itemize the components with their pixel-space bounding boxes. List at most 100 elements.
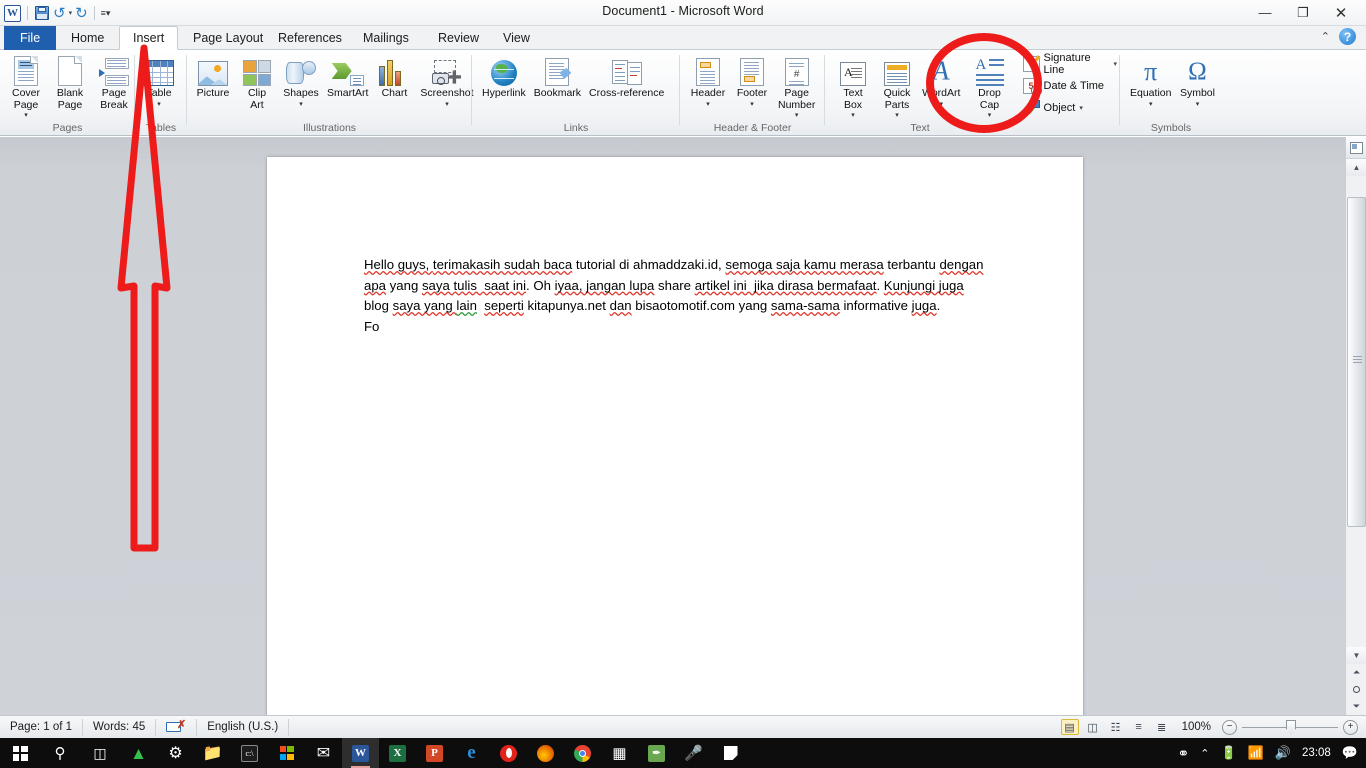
language-indicator[interactable]: English (U.S.) xyxy=(197,718,290,736)
restore-button[interactable]: ❐ xyxy=(1284,2,1322,23)
signature-line-label: Signature Line xyxy=(1043,52,1091,76)
task-view-button[interactable]: ◫ xyxy=(80,738,120,768)
footer-button[interactable]: Footer ▾ xyxy=(730,52,774,110)
picture-button[interactable]: Picture xyxy=(191,52,235,102)
search-button[interactable]: ⚲ xyxy=(40,738,80,768)
text-box-icon: A xyxy=(840,54,866,86)
close-button[interactable]: ✕ xyxy=(1322,2,1360,23)
zoom-track[interactable] xyxy=(1242,719,1338,735)
chart-button[interactable]: Chart xyxy=(372,52,416,102)
bookmark-button[interactable]: Bookmark xyxy=(530,52,585,102)
zoom-level[interactable]: 100% xyxy=(1176,721,1217,733)
previous-page-button[interactable]: ⏶ xyxy=(1346,664,1366,681)
scroll-up-button[interactable]: ▲ xyxy=(1346,159,1366,176)
proofing-errors-button[interactable]: ✗ xyxy=(156,718,198,736)
shapes-button[interactable]: Shapes ▾ xyxy=(279,52,323,110)
view-ruler-button[interactable] xyxy=(1346,137,1366,159)
signature-line-button[interactable]: Signature Line ▾ xyxy=(1020,52,1120,76)
taskbar-app-powerpoint[interactable]: P xyxy=(416,738,453,768)
taskbar-app-microsoft-edge[interactable]: e xyxy=(453,738,490,768)
cover-page-icon xyxy=(14,54,38,86)
draft-view-button[interactable]: ≣ xyxy=(1153,719,1171,735)
page-indicator[interactable]: Page: 1 of 1 xyxy=(0,718,84,736)
cross-reference-button[interactable]: Cross-reference xyxy=(585,52,668,102)
clock[interactable]: 23:08 xyxy=(1302,747,1331,759)
taskbar-app-green-app[interactable]: ✒ xyxy=(638,738,675,768)
equation-button[interactable]: π Equation ▾ xyxy=(1126,52,1175,110)
select-browse-object-button[interactable] xyxy=(1346,681,1366,698)
clip-art-button[interactable]: Clip Art xyxy=(235,52,279,113)
tab-page-layout[interactable]: Page Layout xyxy=(180,26,276,50)
adobe-reader-icon: ▲ xyxy=(130,743,147,763)
taskbar-app-google-chrome[interactable] xyxy=(564,738,601,768)
taskbar-app-word[interactable]: W xyxy=(342,738,379,768)
tab-references[interactable]: References xyxy=(265,26,355,50)
document-page[interactable]: Hello guys, terimakasih sudah baca tutor… xyxy=(267,157,1083,719)
table-button[interactable]: Table ▾ xyxy=(137,52,181,110)
zoom-thumb[interactable] xyxy=(1286,719,1296,735)
web-layout-view-button[interactable]: ☷ xyxy=(1107,719,1125,735)
help-icon[interactable]: ? xyxy=(1339,28,1356,45)
object-label: Object xyxy=(1043,102,1076,114)
tab-home[interactable]: Home xyxy=(58,26,117,50)
document-work-area[interactable]: Hello guys, terimakasih sudah baca tutor… xyxy=(0,137,1345,719)
zoom-slider[interactable]: − + xyxy=(1222,719,1358,735)
taskbar-app-file-explorer[interactable]: 📁 xyxy=(194,738,231,768)
tab-file[interactable]: File xyxy=(4,26,57,50)
people-icon[interactable]: ⚭ xyxy=(1178,745,1190,762)
start-button[interactable] xyxy=(0,738,40,768)
document-paragraph[interactable]: Hello guys, terimakasih sudah baca tutor… xyxy=(364,255,986,337)
tab-view[interactable]: View xyxy=(490,26,543,50)
scrollbar-thumb[interactable] xyxy=(1347,197,1366,527)
volume-icon[interactable]: 🔊 xyxy=(1275,745,1291,761)
tab-review[interactable]: Review xyxy=(425,26,492,50)
smartart-button[interactable]: SmartArt xyxy=(323,52,372,102)
tab-mailings[interactable]: Mailings xyxy=(350,26,422,50)
edge-icon: e xyxy=(467,742,476,763)
tab-insert[interactable]: Insert xyxy=(119,26,179,50)
wifi-icon[interactable]: 📶 xyxy=(1248,745,1264,761)
taskbar-app-microsoft-store[interactable] xyxy=(268,738,305,768)
blank-page-button[interactable]: Blank Page xyxy=(48,52,92,113)
full-screen-reading-view-button[interactable]: ◫ xyxy=(1084,719,1102,735)
minimize-button[interactable]: — xyxy=(1246,2,1284,23)
vertical-scrollbar[interactable]: ▲ ▼ ⏶ ⏷ xyxy=(1345,137,1366,715)
taskbar-app-mail[interactable]: ✉ xyxy=(305,738,342,768)
taskbar-app-calculator[interactable]: ▦ xyxy=(601,738,638,768)
taskbar-app-command-prompt[interactable]: c:\ xyxy=(231,738,268,768)
zoom-out-button[interactable]: − xyxy=(1222,719,1237,735)
cover-page-button[interactable]: Cover Page ▾ xyxy=(4,52,48,121)
taskbar-app-firefox[interactable] xyxy=(527,738,564,768)
show-hidden-icons-chevron[interactable]: ⌃ xyxy=(1200,747,1209,760)
minimize-ribbon-icon[interactable]: ⌃ xyxy=(1321,30,1330,43)
text-box-button[interactable]: A Text Box ▾ xyxy=(831,52,875,121)
ribbon-group-label-text: Text xyxy=(910,122,930,134)
wordart-button[interactable]: A WordArt ▾ xyxy=(919,52,964,110)
screenshot-button[interactable]: ➕ Screenshot ▾ xyxy=(416,52,477,110)
action-center-icon[interactable]: 💬 xyxy=(1342,745,1358,761)
taskbar-app-settings[interactable]: ⚙ xyxy=(157,738,194,768)
clip-art-icon xyxy=(243,54,271,86)
date-time-button[interactable]: 5 Date & Time xyxy=(1020,76,1120,96)
cross-reference-icon xyxy=(611,54,642,86)
object-button[interactable]: Object ▾ xyxy=(1020,98,1120,118)
quick-parts-button[interactable]: Quick Parts ▾ xyxy=(875,52,919,121)
taskbar-app-excel[interactable]: X xyxy=(379,738,416,768)
hyperlink-button[interactable]: Hyperlink xyxy=(478,52,530,102)
word-count[interactable]: Words: 45 xyxy=(83,718,157,736)
outline-view-button[interactable]: ≡ xyxy=(1130,719,1148,735)
drop-cap-button[interactable]: A Drop Cap ▾ xyxy=(968,52,1012,121)
next-page-button[interactable]: ⏷ xyxy=(1346,698,1366,715)
taskbar-app-sticky-notes[interactable] xyxy=(712,738,749,768)
battery-icon[interactable]: 🔋 xyxy=(1220,745,1236,761)
header-button[interactable]: Header ▾ xyxy=(686,52,730,110)
print-layout-view-button[interactable]: ▤ xyxy=(1060,719,1079,735)
page-break-button[interactable]: Page Break xyxy=(92,52,136,113)
scroll-down-button[interactable]: ▼ xyxy=(1346,647,1366,664)
taskbar-app-adobe-reader[interactable]: ▲ xyxy=(120,738,157,768)
taskbar-app-voice-recorder[interactable]: 🎤 xyxy=(675,738,712,768)
taskbar-app-opera[interactable] xyxy=(490,738,527,768)
zoom-in-button[interactable]: + xyxy=(1343,719,1358,735)
page-number-button[interactable]: # Page Number ▾ xyxy=(774,52,819,121)
symbol-button[interactable]: Ω Symbol ▾ xyxy=(1175,52,1219,110)
